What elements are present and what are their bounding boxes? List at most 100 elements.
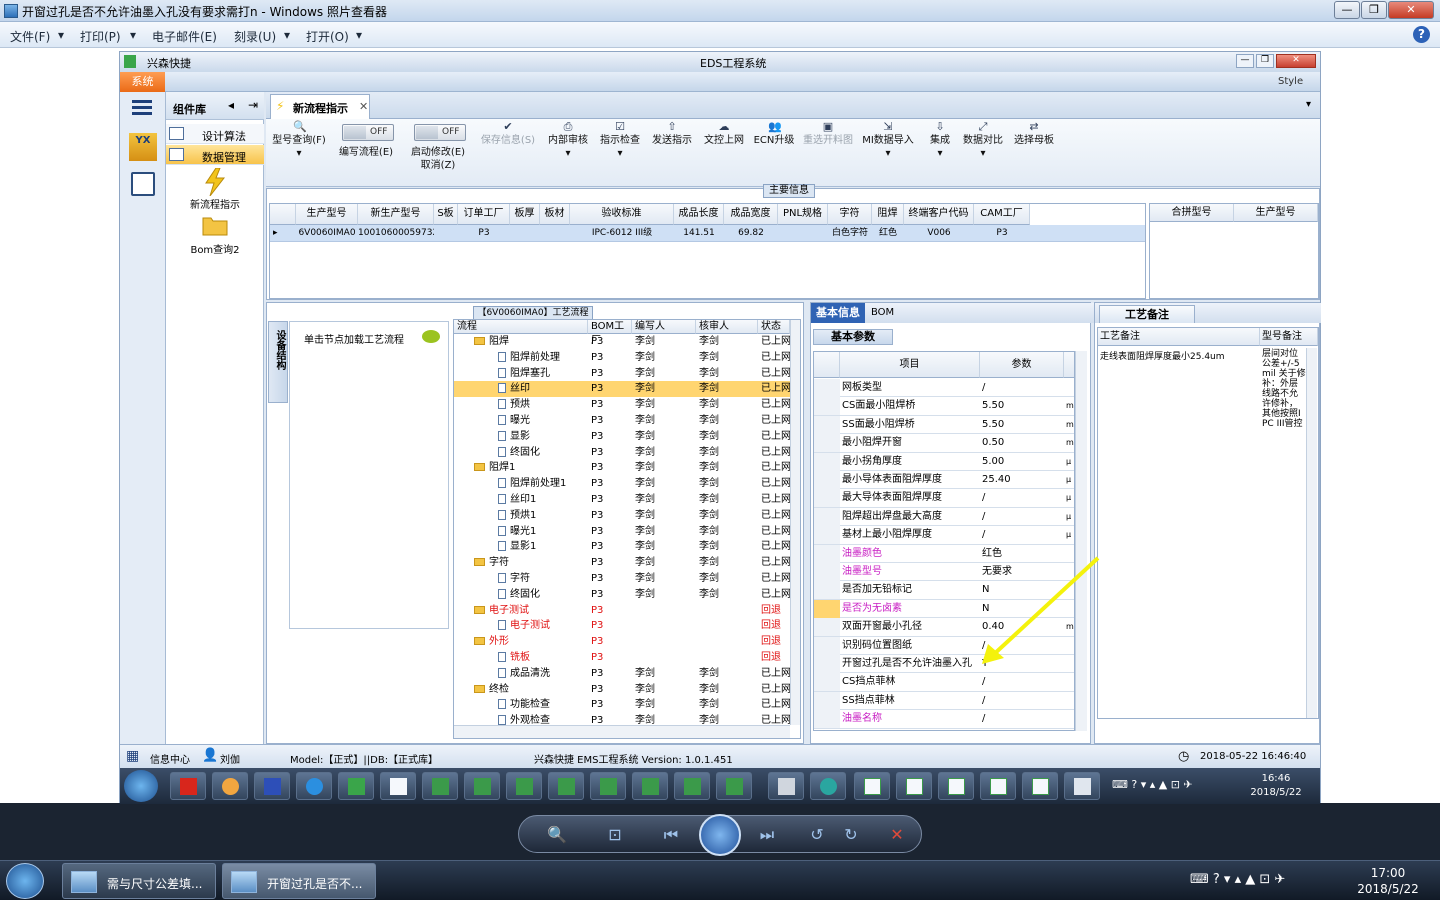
table-cell[interactable]	[510, 225, 540, 242]
process-row[interactable]: 曝光1 P3 李剑 李剑 已上网	[454, 524, 791, 540]
taskbar-app[interactable]	[896, 772, 932, 800]
column-header[interactable]: 板厚	[510, 204, 540, 225]
process-row[interactable]: 曝光 P3 李剑 李剑 已上网	[454, 413, 791, 429]
integrate-button[interactable]: ⇩ 集成 ▾	[920, 121, 960, 160]
table-cell[interactable]: 69.82	[724, 225, 778, 242]
taskbar-app[interactable]	[506, 772, 542, 800]
process-row[interactable]: 阻焊前处理1 P3 李剑 李剑 已上网	[454, 476, 791, 492]
process-row[interactable]: 字符 P3 李剑 李剑 已上网	[454, 555, 791, 571]
taskbar-app[interactable]	[380, 772, 416, 800]
tab-basic-params[interactable]: 基本参数	[813, 329, 893, 345]
column-header[interactable]: 项目	[840, 352, 980, 378]
bom-query-label[interactable]: Bom查询2	[166, 241, 264, 256]
process-row[interactable]: 预烘 P3 李剑 李剑 已上网	[454, 397, 791, 413]
param-row[interactable]: SS挡点菲林 /	[814, 691, 1074, 711]
table-cell[interactable]: 红色	[872, 225, 904, 242]
chevron-down-icon[interactable]: ▾	[356, 28, 362, 42]
app-close-button[interactable]: ✕	[1276, 54, 1316, 68]
column-header[interactable]: 参数	[980, 352, 1064, 378]
taskbar-app[interactable]	[674, 772, 710, 800]
taskbar-app[interactable]	[422, 772, 458, 800]
param-row[interactable]: CS挡点菲林 /	[814, 673, 1074, 692]
pin-icon[interactable]: ⇥	[248, 98, 258, 112]
param-row[interactable]: 最大导体表面阻焊厚度 / μ	[814, 489, 1074, 508]
delete-icon[interactable]: ✕	[885, 823, 909, 847]
tray-icons[interactable]: ⌨ ? ▾ ▴ ▲ ⊡ ✈	[1112, 778, 1193, 791]
chevron-down-icon[interactable]: ▾	[1306, 99, 1311, 110]
info-center-label[interactable]: 信息中心	[150, 751, 190, 766]
column-header[interactable]: 终端客户代码	[904, 204, 974, 225]
chevron-down-icon[interactable]: ▾	[58, 28, 64, 42]
table-cell[interactable]: 141.51	[674, 225, 724, 242]
folder-icon[interactable]	[202, 214, 228, 240]
previous-icon[interactable]: ⏮	[659, 823, 683, 847]
taskbar-app[interactable]	[212, 772, 248, 800]
taskbar-app[interactable]	[810, 772, 846, 800]
calculator-icon[interactable]	[131, 172, 155, 196]
param-row[interactable]: 最小导体表面阻焊厚度 25.40 μ	[814, 471, 1074, 490]
comp-item-design-algorithm[interactable]: 设计算法	[166, 124, 264, 144]
column-header[interactable]: 工艺备注	[1098, 328, 1260, 346]
process-row[interactable]: 电子测试 P3 回退	[454, 618, 790, 634]
inner-clock[interactable]: 16:46 2018/5/22	[1244, 772, 1308, 800]
tab-bom[interactable]: BOM	[871, 307, 894, 318]
menu-email[interactable]: 电子邮件(E)	[152, 28, 217, 45]
system-tab[interactable]: 系统	[120, 72, 165, 92]
collapse-left-icon[interactable]: ◂	[228, 98, 234, 112]
param-value[interactable]: 5.00	[982, 453, 1004, 471]
write-process-toggle[interactable]: OFF	[342, 124, 394, 141]
minimize-button[interactable]: —	[1334, 1, 1360, 19]
chevron-down-icon[interactable]: ▾	[130, 28, 136, 42]
save-info-button[interactable]: ✔ 保存信息(S)	[478, 121, 538, 147]
column-header[interactable]: 阻焊	[872, 204, 904, 225]
column-header[interactable]: 核审人	[696, 320, 758, 334]
style-selector[interactable]: Style	[1278, 76, 1303, 87]
model-query-button[interactable]: 🔍 型号查询(F) ▾	[270, 121, 328, 160]
close-icon[interactable]: ✕	[359, 100, 368, 113]
table-cell[interactable]: 10010600059732	[358, 225, 438, 242]
table-cell[interactable]	[434, 225, 458, 242]
mi-import-button[interactable]: ⇲ MI数据导入 ▾	[860, 121, 916, 160]
start-button[interactable]	[124, 770, 158, 802]
taskbar-clock[interactable]: 17:00 2018/5/22	[1350, 865, 1426, 897]
start-modify-toggle[interactable]: OFF	[414, 124, 466, 141]
process-note[interactable]: 走线表面阻焊厚度最小25.4um	[1100, 349, 1258, 362]
next-icon[interactable]: ⏭	[755, 823, 779, 847]
menu-print[interactable]: 打印(P)	[80, 28, 121, 45]
column-header[interactable]: 编写人	[632, 320, 696, 334]
table-cell[interactable]	[778, 225, 828, 242]
taskbar-task[interactable]: 需与尺寸公差填...	[62, 863, 216, 899]
ecn-upgrade-button[interactable]: 👥 ECN升级	[750, 121, 798, 147]
maximize-button[interactable]: ❐	[1361, 1, 1387, 19]
table-cell[interactable]: 白色字符	[828, 225, 872, 242]
taskbar-app[interactable]	[938, 772, 974, 800]
process-row[interactable]: 成品清洗 P3 李剑 李剑 已上网	[454, 666, 791, 682]
param-row[interactable]: SS面最小阻焊桥 5.50 mi	[814, 415, 1074, 435]
new-process-label[interactable]: 新流程指示	[166, 196, 264, 211]
zoom-icon[interactable]: 🔍	[545, 823, 569, 847]
taskbar-app[interactable]	[768, 772, 804, 800]
taskbar-app[interactable]	[296, 772, 332, 800]
param-value[interactable]: /	[982, 489, 985, 507]
select-motherboard-button[interactable]: ⇄ 选择母板	[1010, 121, 1058, 147]
vertical-scrollbar[interactable]	[1075, 351, 1087, 731]
param-value[interactable]: 25.40	[982, 471, 1011, 489]
vertical-scrollbar[interactable]	[790, 320, 800, 725]
param-row[interactable]: 油墨名称 /	[814, 710, 1074, 729]
instruction-check-button[interactable]: ☑ 指示检查 ▾	[596, 121, 644, 160]
taskbar-app[interactable]	[170, 772, 206, 800]
tab-new-process[interactable]: ⚡ 新流程指示 ✕	[270, 94, 370, 119]
param-value[interactable]: /	[982, 508, 985, 526]
yx-module-icon[interactable]: YX	[129, 133, 157, 161]
column-header[interactable]: 成品宽度	[724, 204, 778, 225]
process-row[interactable]: 显影 P3 李剑 李剑 已上网	[454, 429, 791, 445]
data-compare-button[interactable]: ⤢ 数据对比 ▾	[960, 121, 1006, 160]
process-row[interactable]: 阻焊前处理 P3 李剑 李剑 已上网	[454, 350, 791, 366]
menu-file[interactable]: 文件(F)	[10, 28, 50, 45]
lightning-icon[interactable]	[202, 167, 228, 197]
param-row[interactable]: 阻焊超出焊盘最大高度 / μ	[814, 507, 1074, 527]
column-header[interactable]: 订单工厂	[458, 204, 510, 225]
process-row[interactable]: 阻焊 P3 李剑 李剑 已上网	[454, 334, 791, 350]
table-cell[interactable]: 6V0060IMA0	[296, 225, 358, 242]
column-header[interactable]: 字符	[828, 204, 872, 225]
